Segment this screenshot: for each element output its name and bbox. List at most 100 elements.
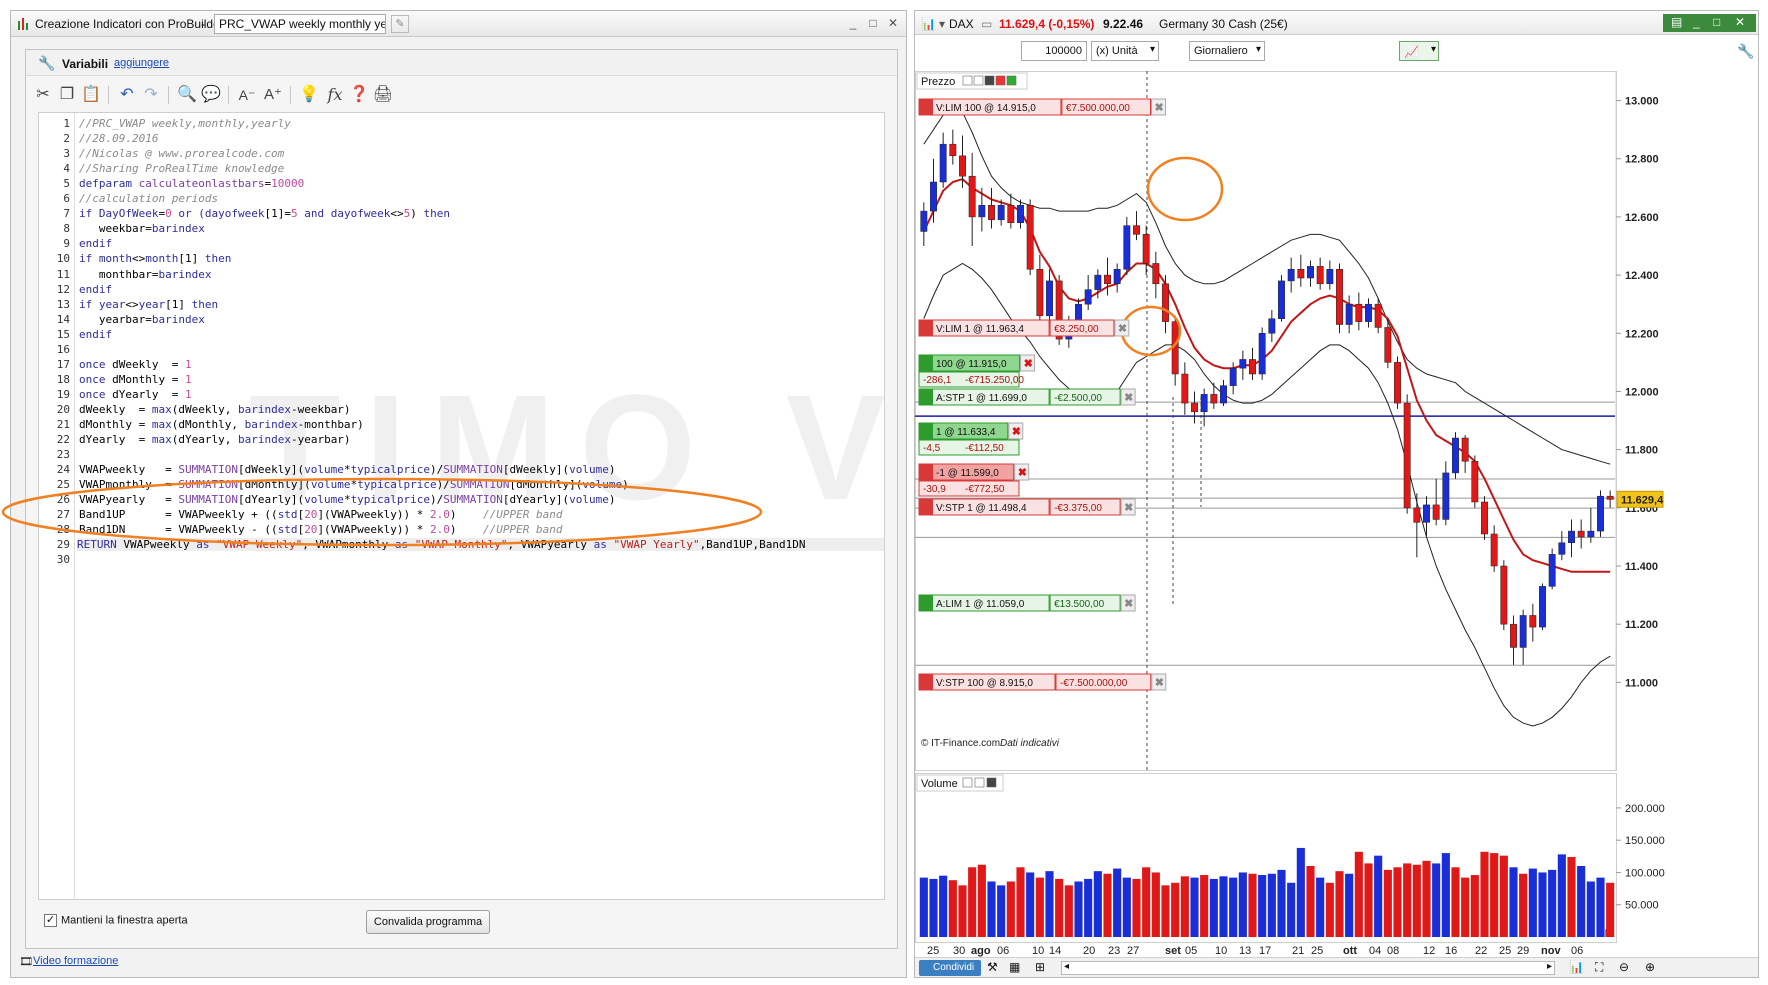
layout-icon[interactable]: ▦ xyxy=(1009,960,1020,974)
x-tick-label: ott xyxy=(1343,945,1357,957)
order-tag-label: -1 @ 11.599,0 xyxy=(936,468,999,479)
maximize-icon[interactable]: □ xyxy=(1713,15,1720,29)
video-tutorial-link[interactable]: Video formazione xyxy=(33,955,118,967)
close-icon[interactable]: ✕ xyxy=(886,16,900,30)
order-tag-pos-1[interactable]: 1 @ 11.633,4 ✖ -4,5 -€112,50 xyxy=(918,422,1024,456)
maximize-icon[interactable]: □ xyxy=(866,16,880,30)
zoom-out-icon[interactable]: ⊖ xyxy=(1619,960,1629,974)
volume-chart[interactable]: Volume 200.000 150.000 100.000 50.000 xyxy=(915,773,1758,943)
timeframe-select[interactable]: Giornaliero ▾ xyxy=(1189,41,1265,61)
grid-icon[interactable]: ⊞ xyxy=(1035,960,1045,974)
wrench-icon[interactable] xyxy=(962,777,973,788)
code-line: //Sharing ProRealTime knowledge xyxy=(79,162,284,175)
line-number: 2 xyxy=(63,132,70,146)
scroll-right-icon[interactable]: ▸ xyxy=(1547,961,1552,972)
code-token: barindex xyxy=(244,418,298,431)
line-number: 18 xyxy=(56,372,70,386)
chart-style-icon[interactable]: 📊 xyxy=(1569,960,1584,974)
order-tag-vstp-100[interactable]: V:STP 100 @ 8.915,0 -€7.500.000,00 ✖ xyxy=(918,673,1167,691)
cut-icon[interactable]: ✂ xyxy=(32,84,54,106)
validate-program-button[interactable]: Convalida programma xyxy=(366,910,490,934)
scroll-left-icon[interactable]: ◂ xyxy=(1064,961,1069,972)
wrench-icon[interactable] xyxy=(962,75,973,86)
price-chart[interactable]: 13.000 12.800 12.600 12.400 12.200 12.000 11.8… xyxy=(915,71,1758,771)
volume-bar xyxy=(1451,867,1460,937)
close-icon[interactable] xyxy=(986,777,997,788)
order-tag-pos-100[interactable]: 100 @ 11.915,0 ✖ -286,1 -€715.250,00 xyxy=(918,354,1036,388)
close-icon: ✖ xyxy=(1012,426,1021,438)
candle-body xyxy=(1568,530,1575,543)
chart-scrollbar[interactable]: ◂ ▸ xyxy=(1061,961,1555,975)
share-button[interactable]: Condividi xyxy=(919,960,981,976)
copy-icon[interactable]: ❐ xyxy=(56,84,78,106)
code-token: 10000 xyxy=(271,177,305,191)
idea-bulb-icon[interactable]: 💡 xyxy=(298,84,320,106)
order-pl-points: -30,9 xyxy=(923,484,946,495)
code-token: 1 xyxy=(184,387,192,401)
comment-icon[interactable]: 💬 xyxy=(200,84,222,106)
candle-body xyxy=(1142,234,1150,264)
indicators-button[interactable]: 📈 ▾ xyxy=(1399,41,1439,61)
help-icon[interactable]: ❓ xyxy=(348,84,370,106)
font-decrease-icon[interactable]: A⁻ xyxy=(236,84,258,106)
quantity-input[interactable]: 100000 xyxy=(1021,41,1087,61)
search-icon[interactable]: 🔍 xyxy=(176,84,198,106)
checkbox-icon[interactable]: ✓ xyxy=(44,914,57,927)
order-tag-vlim-1[interactable]: V:LIM 1 @ 11.963,4 €8.250,00 ✖ xyxy=(918,319,1130,337)
print-icon[interactable]: 🖨 xyxy=(372,84,394,106)
variables-bar: 🔧 Variabili aggiungere xyxy=(26,50,897,76)
dropdown-arrow-icon[interactable]: ▾ xyxy=(939,17,945,31)
line-number: 12 xyxy=(56,282,70,296)
volume-bar xyxy=(1026,872,1035,937)
indicator-chart-icon: 📈 xyxy=(1404,45,1419,59)
undo-icon[interactable]: ↶ xyxy=(116,84,138,106)
volume-bar xyxy=(1461,877,1470,937)
volume-bar xyxy=(1490,853,1499,937)
volume-bar xyxy=(1093,871,1102,937)
add-variable-link[interactable]: aggiungere xyxy=(114,57,169,69)
keep-open-checkbox[interactable]: ✓ Mantieni la finestra aperta xyxy=(44,914,188,927)
order-icon[interactable] xyxy=(1006,75,1017,86)
code-token: <> xyxy=(132,252,146,266)
tools-icon[interactable]: ⚒ xyxy=(987,960,998,974)
x-tick-label: 25 xyxy=(1499,945,1511,957)
volume-bar xyxy=(1325,882,1334,937)
code-token: dMonthly = xyxy=(112,372,185,386)
zoom-in-icon[interactable]: ⊕ xyxy=(1645,960,1655,974)
zoom-fit-icon[interactable]: ⛶ xyxy=(1595,960,1603,975)
volume-bar xyxy=(1470,875,1479,937)
chart-mode-icon[interactable]: ▤ xyxy=(1671,15,1682,29)
minimize-icon[interactable]: _ xyxy=(1693,15,1700,29)
minimize-icon[interactable]: _ xyxy=(846,16,860,30)
filename-field[interactable]: PRC_VWAP weekly monthly year xyxy=(214,14,386,34)
unit-select[interactable]: (x) Unità ▾ xyxy=(1091,41,1159,61)
edit-instrument-icon[interactable]: ▭ xyxy=(981,17,992,31)
code-token: 1 xyxy=(184,357,192,371)
candle-body xyxy=(1258,333,1266,375)
window-icon[interactable] xyxy=(973,75,984,86)
wrench-icon[interactable]: 🔧 xyxy=(1737,43,1754,60)
x-tick-label: 25 xyxy=(1311,945,1323,957)
function-icon[interactable]: fx xyxy=(324,84,346,106)
close-icon[interactable]: ✕ xyxy=(1735,15,1745,29)
order-tag-alim-1[interactable]: A:LIM 1 @ 11.059,0 €13.500,00 ✖ xyxy=(918,594,1136,612)
line-number: 15 xyxy=(56,327,70,341)
paste-icon[interactable]: 📋 xyxy=(80,84,102,106)
volume-bar xyxy=(1122,877,1131,937)
order-tag-vstp-1[interactable]: V:STP 1 @ 11.498,4 -€3.375,00 ✖ xyxy=(918,498,1136,516)
order-tag-pos-minus1[interactable]: -1 @ 11.599,0 ✖ -30,9 -€772,50 xyxy=(918,463,1030,497)
line-number: 6 xyxy=(63,192,70,206)
font-increase-icon[interactable]: A⁺ xyxy=(262,84,284,106)
order-tag-vlim-top[interactable]: V:LIM 100 @ 14.915,0 €7.500.000,00 ✖ xyxy=(918,98,1166,116)
order-tag-astp-1[interactable]: A:STP 1 @ 11.699,0 -€2.500,00 ✖ xyxy=(918,388,1136,406)
candle-body xyxy=(1249,359,1256,375)
window-icon[interactable] xyxy=(974,777,985,788)
instrument-name[interactable]: DAX xyxy=(949,17,974,31)
alert-icon[interactable] xyxy=(995,75,1006,86)
volume-bar xyxy=(1171,882,1180,937)
rename-icon[interactable]: ✎ xyxy=(391,15,409,33)
redo-icon[interactable]: ↷ xyxy=(140,84,162,106)
code-token: //calculation periods xyxy=(79,192,219,206)
close-icon[interactable] xyxy=(984,75,995,86)
candle-body xyxy=(959,155,966,177)
